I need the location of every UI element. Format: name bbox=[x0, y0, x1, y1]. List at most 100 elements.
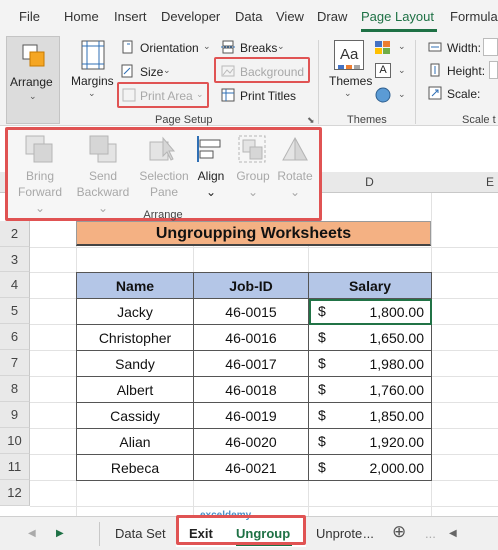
cell-name[interactable]: Cassidy bbox=[76, 402, 194, 429]
breaks-icon bbox=[221, 40, 235, 54]
group-button[interactable]: Group ⌄ bbox=[232, 168, 274, 200]
bring-forward-button[interactable]: Bring Forward ⌄ bbox=[12, 168, 68, 216]
scale-label: Scale: bbox=[447, 87, 481, 101]
sheet-tab-data-set[interactable]: Data Set bbox=[115, 526, 166, 541]
salary-value: 1,800.00 bbox=[369, 303, 425, 320]
size-button[interactable]: Size bbox=[140, 65, 163, 79]
tab-page-layout[interactable]: Page Layout bbox=[361, 9, 434, 24]
tab-home[interactable]: Home bbox=[64, 9, 99, 24]
breaks-button[interactable]: Breaks bbox=[240, 41, 277, 55]
scroll-right-icon[interactable]: ▶ bbox=[56, 528, 64, 539]
cell-salary[interactable]: $1,920.00 bbox=[308, 428, 432, 455]
tab-developer[interactable]: Developer bbox=[161, 9, 220, 24]
cell-salary[interactable]: $1,800.00 bbox=[308, 298, 432, 325]
scroll-left-icon[interactable]: ◀ bbox=[449, 528, 457, 539]
scroll-left-icon[interactable]: ◀ bbox=[28, 528, 36, 539]
currency-symbol: $ bbox=[318, 459, 326, 475]
cell-name[interactable]: Jacky bbox=[76, 298, 194, 325]
chevron-down-icon: ⌄ bbox=[196, 89, 204, 99]
cell-name[interactable]: Rebeca bbox=[76, 454, 194, 481]
tab-formulas[interactable]: Formula bbox=[450, 9, 498, 24]
print-titles-button[interactable]: Print Titles bbox=[240, 89, 296, 103]
row-header[interactable]: 10 bbox=[0, 428, 30, 454]
cell-name[interactable]: Albert bbox=[76, 376, 194, 403]
header-salary[interactable]: Salary bbox=[308, 272, 432, 299]
size-icon bbox=[121, 64, 133, 78]
theme-effects-icon[interactable] bbox=[374, 86, 392, 104]
salary-value: 1,650.00 bbox=[369, 329, 425, 346]
active-tab-indicator bbox=[361, 29, 437, 32]
cell-job-id[interactable]: 46-0019 bbox=[193, 402, 309, 429]
align-button[interactable]: Align ⌄ bbox=[191, 168, 231, 200]
gridline bbox=[30, 247, 498, 248]
tab-data[interactable]: Data bbox=[235, 9, 262, 24]
send-backward-icon bbox=[89, 135, 117, 163]
add-sheet-icon[interactable]: ⊕ bbox=[392, 522, 406, 542]
print-area-icon bbox=[122, 88, 136, 102]
cell-salary[interactable]: $1,980.00 bbox=[308, 350, 432, 377]
width-label: Width: bbox=[447, 41, 482, 55]
table-row: Sandy 46-0017 $1,980.00 bbox=[76, 350, 432, 377]
cell-job-id[interactable]: 46-0016 bbox=[193, 324, 309, 351]
rotate-button[interactable]: Rotate ⌄ bbox=[273, 168, 317, 200]
row-header[interactable]: 3 bbox=[0, 247, 30, 272]
align-icon bbox=[197, 136, 221, 162]
cell-name[interactable]: Sandy bbox=[76, 350, 194, 377]
currency-symbol: $ bbox=[318, 355, 326, 371]
row-header[interactable]: 7 bbox=[0, 350, 30, 376]
cell-job-id[interactable]: 46-0017 bbox=[193, 350, 309, 377]
row-header[interactable]: 5 bbox=[0, 298, 30, 324]
tab-file[interactable]: File bbox=[19, 9, 40, 24]
orientation-icon bbox=[122, 40, 133, 54]
cell-job-id[interactable]: 46-0020 bbox=[193, 428, 309, 455]
more-sheets-right[interactable]: ... bbox=[425, 526, 436, 541]
row-header[interactable]: 11 bbox=[0, 454, 30, 480]
tab-draw[interactable]: Draw bbox=[317, 9, 347, 24]
cell-salary[interactable]: $1,650.00 bbox=[308, 324, 432, 351]
cell-job-id[interactable]: 46-0021 bbox=[193, 454, 309, 481]
print-area-button[interactable]: Print Area bbox=[140, 89, 193, 103]
cell-job-id[interactable]: 46-0015 bbox=[193, 298, 309, 325]
selection-pane-icon bbox=[149, 136, 176, 161]
selection-pane-button[interactable]: Selection Pane bbox=[136, 168, 192, 200]
orientation-button[interactable]: Orientation bbox=[140, 41, 199, 55]
tab-insert[interactable]: Insert bbox=[114, 9, 147, 24]
header-job-id[interactable]: Job-ID bbox=[193, 272, 309, 299]
chevron-down-icon: ⌄ bbox=[398, 41, 406, 51]
height-dropdown[interactable] bbox=[489, 61, 498, 79]
theme-fonts-icon[interactable]: A bbox=[375, 63, 391, 78]
cell-salary[interactable]: $2,000.00 bbox=[308, 454, 432, 481]
header-name[interactable]: Name bbox=[76, 272, 194, 299]
themes-button[interactable]: Themes bbox=[329, 74, 372, 88]
send-backward-button[interactable]: Send Backward ⌄ bbox=[70, 168, 136, 216]
cell-salary[interactable]: $1,760.00 bbox=[308, 376, 432, 403]
tab-view[interactable]: View bbox=[276, 9, 304, 24]
row-header[interactable]: 4 bbox=[0, 272, 30, 298]
gridline bbox=[30, 506, 498, 507]
salary-value: 1,920.00 bbox=[369, 433, 425, 450]
divider bbox=[99, 522, 100, 546]
bring-forward-icon bbox=[25, 135, 53, 163]
cell-salary[interactable]: $1,850.00 bbox=[308, 402, 432, 429]
scale-to-fit-group-label: Scale t bbox=[462, 114, 496, 126]
cell-job-id[interactable]: 46-0018 bbox=[193, 376, 309, 403]
row-header[interactable]: 9 bbox=[0, 402, 30, 428]
row-header[interactable]: 8 bbox=[0, 376, 30, 402]
sheet-title-cell[interactable]: Ungroupping Worksheets bbox=[76, 221, 431, 246]
arrange-button[interactable]: Arrange ⌄ bbox=[6, 36, 60, 124]
margins-button[interactable]: Margins bbox=[71, 74, 114, 88]
row-header[interactable]: 12 bbox=[0, 480, 30, 506]
theme-colors-icon[interactable] bbox=[374, 40, 392, 56]
width-dropdown[interactable] bbox=[483, 38, 498, 56]
more-sheets-left[interactable]: ... bbox=[363, 526, 374, 541]
row-header[interactable]: 6 bbox=[0, 324, 30, 350]
column-header-e[interactable]: E bbox=[431, 172, 498, 193]
dialog-launcher-icon[interactable]: ⬊ bbox=[307, 115, 315, 126]
background-button[interactable]: Background bbox=[240, 65, 304, 79]
column-header-d[interactable]: D bbox=[308, 172, 431, 193]
rotate-icon bbox=[282, 136, 308, 161]
cell-name[interactable]: Alian bbox=[76, 428, 194, 455]
cell-name[interactable]: Christopher bbox=[76, 324, 194, 351]
row-header[interactable]: 2 bbox=[0, 221, 30, 247]
sheet-tab-unprotect[interactable]: Unprote bbox=[316, 526, 362, 541]
